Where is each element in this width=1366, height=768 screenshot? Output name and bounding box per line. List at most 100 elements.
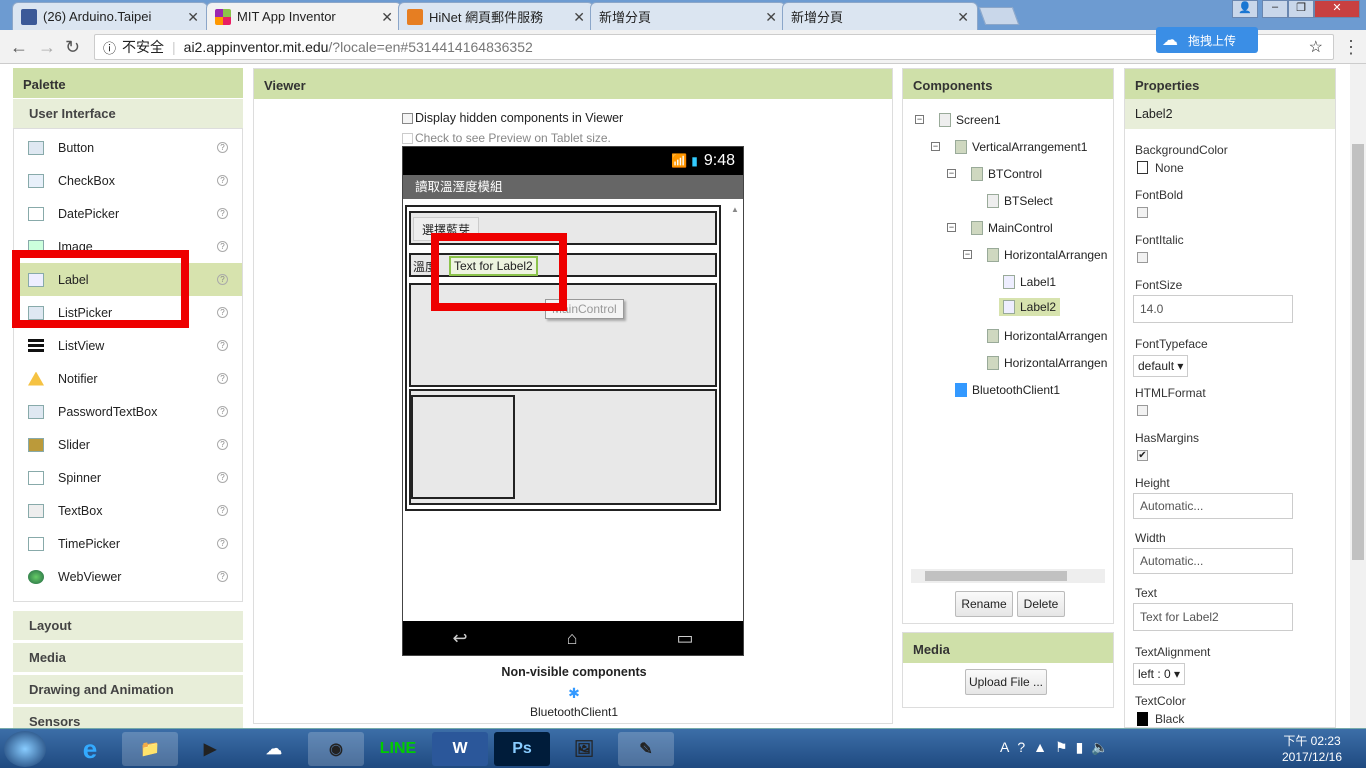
tree-label1[interactable]: Label1 bbox=[1003, 275, 1056, 289]
fontsize-input[interactable]: 14.0 bbox=[1133, 295, 1293, 323]
help-icon[interactable]: ? bbox=[217, 307, 228, 318]
clock[interactable]: 下午 02:23 2017/12/16 bbox=[1272, 733, 1352, 765]
height-input[interactable]: Automatic... bbox=[1133, 493, 1293, 519]
tree-maincontrol[interactable]: MainControl bbox=[971, 221, 1053, 235]
tree-horizontal-arrangement-b[interactable]: HorizontalArrangen bbox=[987, 329, 1107, 343]
photo-viewer-icon[interactable]: 🖼 bbox=[556, 732, 612, 766]
tree-btcontrol[interactable]: BTControl bbox=[971, 167, 1042, 181]
bookmark-star-icon[interactable]: ☆ bbox=[1309, 37, 1323, 57]
back-nav-icon[interactable]: ↩ bbox=[453, 628, 468, 649]
bgcolor-swatch[interactable] bbox=[1137, 161, 1148, 174]
tree-hscrollbar[interactable] bbox=[911, 569, 1105, 583]
palette-item-slider[interactable]: Slider? bbox=[14, 428, 242, 461]
reload-icon[interactable]: ↻ bbox=[65, 37, 80, 58]
explorer-icon[interactable]: 📁 bbox=[122, 732, 178, 766]
palette-item-button[interactable]: Button? bbox=[14, 131, 242, 164]
recents-nav-icon[interactable]: ▭ bbox=[676, 628, 693, 649]
palette-item-spinner[interactable]: Spinner? bbox=[14, 461, 242, 494]
volume-icon[interactable]: 🔈 bbox=[1091, 739, 1108, 756]
palette-item-checkbox[interactable]: CheckBox? bbox=[14, 164, 242, 197]
category-user-interface[interactable]: User Interface bbox=[13, 98, 243, 128]
close-icon[interactable]: ✕ bbox=[573, 9, 585, 26]
help-icon[interactable]: ? bbox=[217, 571, 228, 582]
help-icon[interactable]: ? bbox=[217, 538, 228, 549]
fontitalic-checkbox[interactable] bbox=[1137, 252, 1148, 263]
tab-new-1[interactable]: 新增分頁 ✕ bbox=[590, 2, 786, 30]
category-media[interactable]: Media bbox=[13, 642, 243, 672]
back-icon[interactable]: ← bbox=[10, 37, 28, 58]
start-orb-icon[interactable] bbox=[4, 731, 46, 767]
tree-horizontal-arrangement-a[interactable]: HorizontalArrangen bbox=[987, 248, 1107, 262]
label2-preview[interactable]: Text for Label2 bbox=[449, 256, 538, 276]
textcolor-value[interactable]: Black bbox=[1155, 712, 1184, 726]
close-window-button[interactable]: ✕ bbox=[1314, 0, 1360, 18]
nonvisible-item[interactable]: BluetoothClient1 bbox=[254, 705, 894, 719]
htmlformat-checkbox[interactable] bbox=[1137, 405, 1148, 416]
tree-label2[interactable]: Label2 bbox=[999, 298, 1061, 316]
bt-control[interactable]: 選擇藍芽 bbox=[409, 211, 717, 245]
tab-hinet-mail[interactable]: HiNet 網頁郵件服務 ✕ bbox=[398, 2, 594, 30]
help-icon[interactable]: ? bbox=[217, 373, 228, 384]
bgcolor-value[interactable]: None bbox=[1155, 161, 1184, 175]
close-icon[interactable]: ✕ bbox=[765, 9, 777, 26]
width-input[interactable]: Automatic... bbox=[1133, 548, 1293, 574]
textalignment-dropdown[interactable]: left : 0 ▾ bbox=[1133, 663, 1186, 685]
rename-button[interactable]: Rename bbox=[955, 591, 1013, 617]
hasmargins-checkbox[interactable]: ✔ bbox=[1137, 450, 1148, 461]
image-placeholder[interactable] bbox=[411, 395, 515, 499]
chrome-icon[interactable]: ◉ bbox=[308, 732, 364, 766]
help-icon[interactable]: ? bbox=[217, 241, 228, 252]
help-icon[interactable]: ? bbox=[217, 472, 228, 483]
palette-item-datepicker[interactable]: DatePicker? bbox=[14, 197, 242, 230]
maximize-button[interactable]: ❐ bbox=[1288, 0, 1314, 18]
main-control-row[interactable]: 溫度 Text for Label2 bbox=[409, 253, 717, 277]
minimize-button[interactable]: ‒ bbox=[1262, 0, 1288, 18]
palette-item-notifier[interactable]: Notifier? bbox=[14, 362, 242, 395]
network-icon[interactable]: ▮ bbox=[1076, 739, 1084, 756]
tree-vertical-arrangement1[interactable]: VerticalArrangement1 bbox=[955, 140, 1087, 154]
tab-app-inventor[interactable]: MIT App Inventor ✕ bbox=[206, 2, 402, 30]
textcolor-swatch[interactable] bbox=[1137, 712, 1148, 726]
home-nav-icon[interactable]: ⌂ bbox=[567, 628, 578, 649]
text-input[interactable]: Text for Label2 bbox=[1133, 603, 1293, 631]
help-icon[interactable]: ? bbox=[217, 406, 228, 417]
category-layout[interactable]: Layout bbox=[13, 610, 243, 640]
help-icon[interactable]: ? bbox=[217, 439, 228, 450]
url-field[interactable]: ⓘ 不安全 | ai2.appinventor.mit.edu /?locale… bbox=[94, 34, 1334, 60]
ie-icon[interactable]: e bbox=[62, 732, 118, 766]
hidden-components-checkbox[interactable] bbox=[402, 112, 413, 124]
flag-icon[interactable]: ⚑ bbox=[1055, 739, 1068, 756]
photoshop-icon[interactable]: Ps bbox=[494, 732, 550, 766]
info-icon[interactable]: ⓘ bbox=[103, 38, 116, 57]
delete-button[interactable]: Delete bbox=[1017, 591, 1065, 617]
palette-item-listpicker[interactable]: ListPicker? bbox=[14, 296, 242, 329]
help-icon[interactable]: ? bbox=[217, 142, 228, 153]
tray-expand-icon[interactable]: ▲ bbox=[1033, 739, 1047, 756]
menu-icon[interactable]: ⋮ bbox=[1342, 37, 1360, 58]
collapse-icon[interactable]: − bbox=[915, 115, 924, 124]
forward-icon[interactable]: → bbox=[38, 37, 56, 58]
palette-item-timepicker[interactable]: TimePicker? bbox=[14, 527, 242, 560]
typeface-dropdown[interactable]: default ▾ bbox=[1133, 355, 1189, 377]
tree-btselect[interactable]: BTSelect bbox=[987, 194, 1053, 208]
collapse-icon[interactable]: − bbox=[931, 142, 940, 151]
tree-horizontal-arrangement-c[interactable]: HorizontalArrangen bbox=[987, 356, 1107, 370]
horizontal-arrangement-3[interactable] bbox=[409, 389, 717, 505]
drag-upload-button[interactable]: ☁ 拖拽上传 bbox=[1156, 27, 1258, 53]
new-tab-button[interactable] bbox=[978, 7, 1020, 25]
phone-scrollbar[interactable]: ▲ bbox=[731, 205, 739, 617]
help-icon[interactable]: ? bbox=[217, 340, 228, 351]
ime-icon[interactable]: A bbox=[1000, 739, 1009, 756]
help-icon[interactable]: ? bbox=[217, 505, 228, 516]
collapse-icon[interactable]: − bbox=[963, 250, 972, 259]
close-icon[interactable]: ✕ bbox=[957, 9, 969, 26]
fontbold-checkbox[interactable] bbox=[1137, 207, 1148, 218]
tree-bluetoothclient1[interactable]: BluetoothClient1 bbox=[955, 383, 1060, 397]
tablet-preview-checkbox[interactable] bbox=[402, 132, 413, 144]
help-icon[interactable]: ? bbox=[217, 175, 228, 186]
palette-item-passwordtextbox[interactable]: PasswordTextBox? bbox=[14, 395, 242, 428]
help-icon[interactable]: ? bbox=[217, 208, 228, 219]
upload-file-button[interactable]: Upload File ... bbox=[965, 669, 1047, 695]
close-icon[interactable]: ✕ bbox=[187, 9, 199, 26]
collapse-icon[interactable]: − bbox=[947, 169, 956, 178]
